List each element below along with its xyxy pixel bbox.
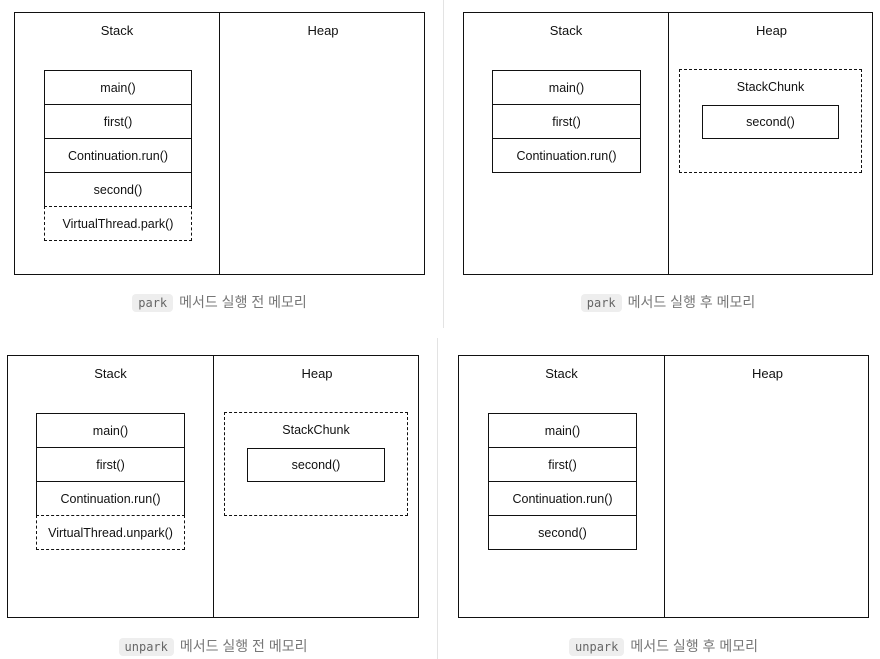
panel-unpark-before: Stack Heap main() first() Continuation.r…	[7, 355, 419, 618]
stack-frame-pending: VirtualThread.unpark()	[36, 515, 185, 550]
stack-frame: first()	[488, 447, 637, 482]
panel-park-before: Stack Heap main() first() Continuation.r…	[14, 12, 425, 275]
stack-heap-separator	[668, 13, 669, 274]
stack-title: Stack	[549, 23, 583, 38]
caption-text: 메서드 실행 전 메모리	[179, 638, 308, 654]
stack-chunk: StackChunk second()	[224, 412, 408, 516]
stack-frame: first()	[36, 447, 185, 482]
stack-frame: first()	[44, 104, 192, 139]
stack-frame: main()	[492, 70, 641, 105]
caption: unpark 메서드 실행 후 메모리	[458, 636, 869, 656]
stack-frame-pending: VirtualThread.park()	[44, 206, 192, 241]
stack-heap-separator	[664, 356, 665, 617]
stack-frames: main() first() Continuation.run() second…	[488, 413, 637, 550]
stack-title: Stack	[545, 366, 578, 381]
stack-title: Stack	[100, 23, 134, 38]
stack-frames: main() first() Continuation.run() Virtua…	[36, 413, 185, 550]
stack-frame: second()	[488, 515, 637, 550]
stack-title: Stack	[94, 366, 127, 381]
panel-park-after: Stack Heap main() first() Continuation.r…	[463, 12, 873, 275]
chunk-frame: second()	[247, 448, 385, 482]
stack-frame: first()	[492, 104, 641, 139]
stack-frame: Continuation.run()	[44, 138, 192, 173]
stack-frame: Continuation.run()	[492, 138, 641, 173]
divider-bottom	[437, 338, 438, 659]
panel-unpark-after: Stack Heap main() first() Continuation.r…	[458, 355, 869, 618]
stack-frame: Continuation.run()	[36, 481, 185, 516]
divider-top	[443, 0, 444, 328]
caption: park 메서드 실행 전 메모리	[14, 292, 425, 312]
stack-frame: main()	[44, 70, 192, 105]
heap-title: Heap	[307, 23, 339, 38]
caption-code: park	[132, 294, 174, 312]
caption-text: 메서드 실행 전 메모리	[179, 294, 307, 310]
caption-code: park	[580, 294, 622, 312]
stack-heap-separator	[219, 13, 220, 274]
stack-frame: main()	[36, 413, 185, 448]
heap-title: Heap	[301, 366, 333, 381]
stack-chunk: StackChunk second()	[679, 69, 862, 173]
caption: park 메서드 실행 후 메모리	[463, 292, 873, 312]
heap-title: Heap	[751, 366, 784, 381]
stack-frame: Continuation.run()	[488, 481, 637, 516]
stack-frames: main() first() Continuation.run()	[492, 70, 641, 173]
stack-chunk-title: StackChunk	[736, 80, 805, 94]
stack-frame: main()	[488, 413, 637, 448]
caption-text: 메서드 실행 후 메모리	[627, 294, 756, 310]
stack-frame: second()	[44, 172, 192, 207]
stack-chunk-title: StackChunk	[282, 423, 350, 437]
chunk-frame: second()	[702, 105, 839, 139]
caption-code: unpark	[569, 638, 625, 656]
caption-code: unpark	[118, 638, 174, 656]
stack-heap-separator	[213, 356, 214, 617]
heap-title: Heap	[755, 23, 788, 38]
caption-text: 메서드 실행 후 메모리	[630, 638, 758, 654]
stack-frames: main() first() Continuation.run() second…	[44, 70, 192, 241]
caption: unpark 메서드 실행 전 메모리	[7, 636, 419, 656]
